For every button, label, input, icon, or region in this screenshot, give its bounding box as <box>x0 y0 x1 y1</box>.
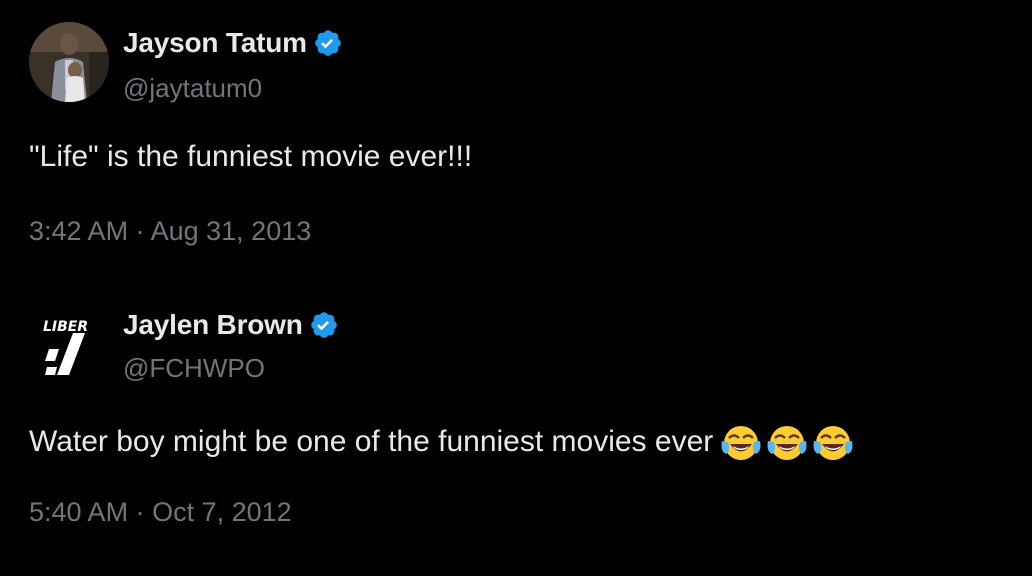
tweet-text: "Life" is the funniest movie ever!!! <box>29 140 473 173</box>
emoji-group <box>719 421 855 465</box>
verified-badge-icon[interactable] <box>309 310 339 340</box>
author-name[interactable]: Jaylen Brown <box>123 309 303 341</box>
face-with-tears-of-joy-icon <box>811 421 855 465</box>
tweet-timestamp[interactable]: 3:42 AM · Aug 31, 2013 <box>29 216 311 247</box>
avatar-photo-icon <box>29 22 109 102</box>
avatar[interactable] <box>29 22 109 102</box>
tweet-text: Water boy might be one of the funniest m… <box>29 424 714 458</box>
timestamp-separator: · <box>135 497 145 527</box>
face-with-tears-of-joy-icon <box>765 421 809 465</box>
tweet-text-row: Water boy might be one of the funniest m… <box>29 421 855 465</box>
author-handle[interactable]: @jaytatum0 <box>123 73 262 104</box>
verified-badge-icon[interactable] <box>313 28 343 58</box>
avatar[interactable]: LIBER <box>29 303 109 383</box>
tweet-time: 5:40 AM <box>29 497 129 527</box>
face-with-tears-of-joy-icon <box>719 421 763 465</box>
svg-text:LIBER: LIBER <box>43 319 88 335</box>
author-handle[interactable]: @FCHWPO <box>123 353 265 384</box>
tweet-timestamp[interactable]: 5:40 AM · Oct 7, 2012 <box>29 497 292 528</box>
tweet-date: Oct 7, 2012 <box>152 497 292 527</box>
liberation-logo-icon: LIBER <box>29 303 109 383</box>
tweet-time: 3:42 AM <box>29 216 129 246</box>
timestamp-separator: · <box>135 216 145 246</box>
author-name[interactable]: Jayson Tatum <box>123 27 307 59</box>
tweet-date: Aug 31, 2013 <box>150 216 312 246</box>
